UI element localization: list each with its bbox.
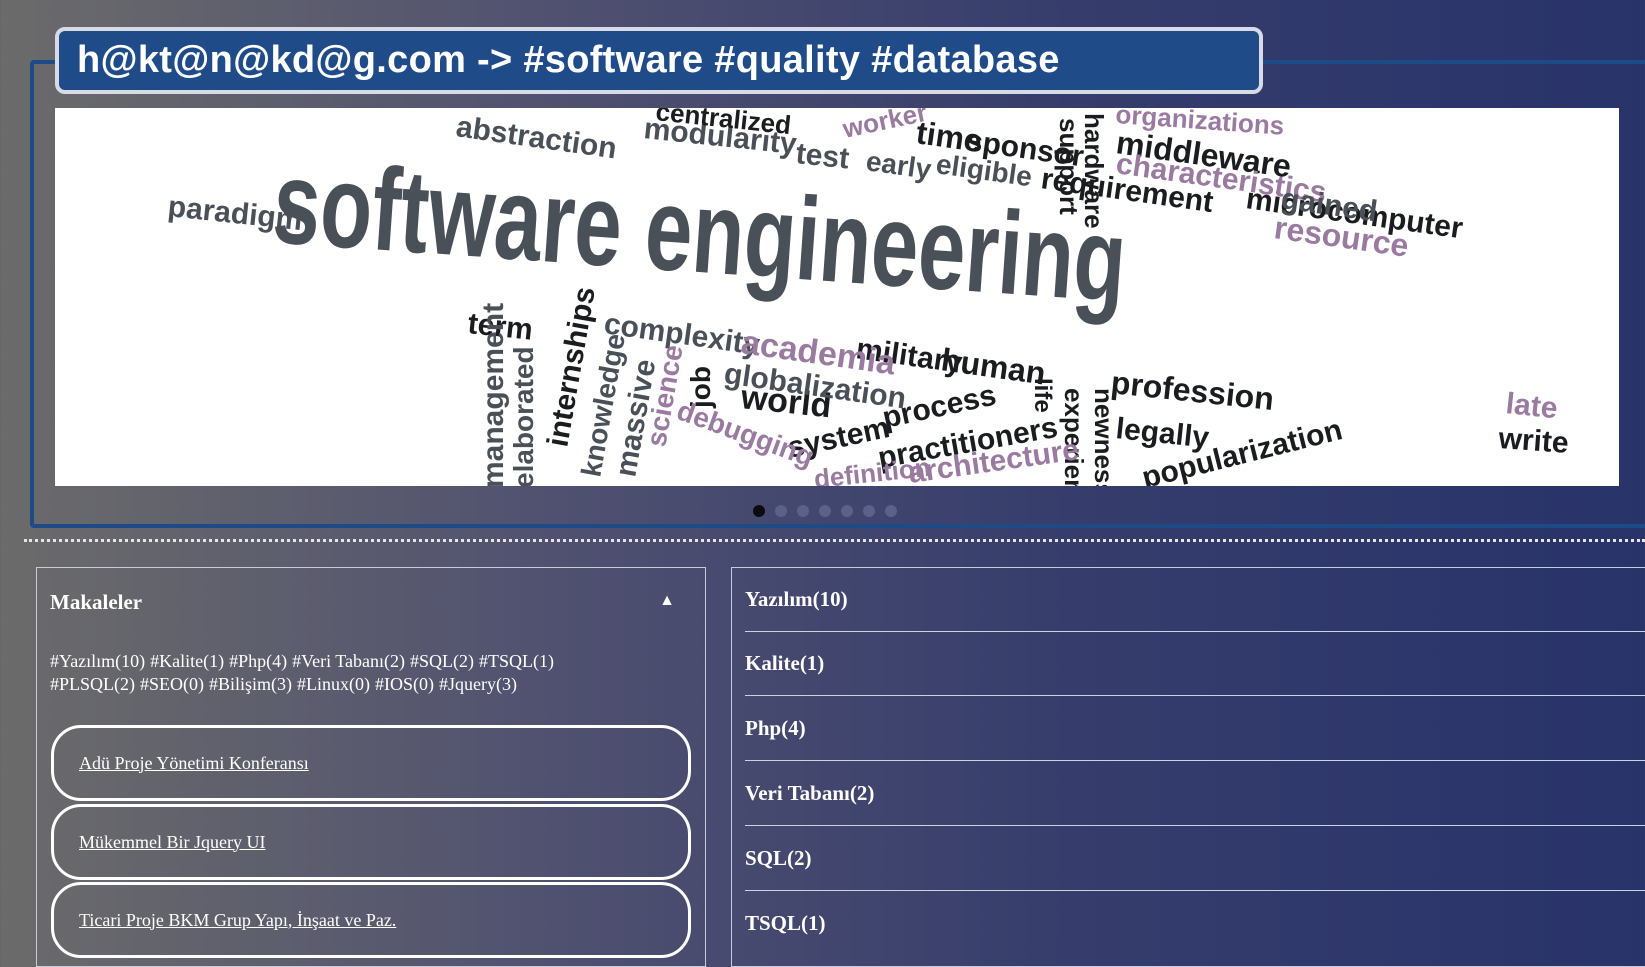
banner-word-profession: profession (1109, 364, 1275, 417)
article-link[interactable]: Mükemmel Bir Jquery UI (79, 832, 265, 853)
tag-link[interactable]: #Bilişim(3) (209, 674, 292, 694)
articles-panel: Makaleler ▲ #Yazılım(10) #Kalite(1) #Php(4… (36, 567, 706, 967)
carousel-dot[interactable] (885, 505, 897, 517)
section-divider (24, 539, 1645, 542)
tag-link[interactable]: #Jquery(3) (439, 674, 517, 694)
category-item-yazilim[interactable]: Yazılım(10) (745, 568, 1645, 632)
category-item-tsql[interactable]: TSQL(1) (745, 891, 1645, 955)
tag-list: #Yazılım(10) #Kalite(1) #Php(4) #Veri Taban… (50, 650, 680, 696)
category-item-veri-tabani[interactable]: Veri Tabanı(2) (745, 762, 1645, 826)
word-cloud-graphic: software engineering paradigm abstractio… (166, 108, 1570, 486)
banner-word-elaborated: elaborated (508, 346, 539, 486)
banner-word-management: management (477, 303, 510, 486)
carousel-dot[interactable] (863, 505, 875, 517)
banner-word-newness: newness (1089, 388, 1119, 486)
category-item-kalite[interactable]: Kalite(1) (745, 632, 1645, 696)
tag-link[interactable]: #IOS(0) (375, 674, 434, 694)
article-item[interactable]: Ticari Proje BKM Grup Yapı, İnşaat ve Pa… (51, 882, 691, 958)
banner-word-test: test (794, 137, 851, 175)
banner-word-definition: definition (812, 452, 931, 486)
carousel-dot[interactable] (841, 505, 853, 517)
site-title-bar: h@kt@n@kd@g.com -> #software #quality #d… (55, 27, 1263, 94)
tag-link[interactable]: #SQL(2) (410, 651, 474, 671)
article-item[interactable]: Mükemmel Bir Jquery UI (51, 804, 691, 880)
carousel-dot[interactable] (775, 505, 787, 517)
category-item-php[interactable]: Php(4) (745, 697, 1645, 761)
category-item-sql[interactable]: SQL(2) (745, 827, 1645, 891)
banner-word-late: late (1504, 387, 1559, 425)
tag-link[interactable]: #SEO(0) (140, 674, 204, 694)
banner-image[interactable]: software engineering paradigm abstractio… (55, 108, 1619, 486)
article-item[interactable]: Adü Proje Yönetimi Konferansı (51, 725, 691, 801)
carousel-dots (753, 505, 897, 517)
article-link[interactable]: Adü Proje Yönetimi Konferansı (79, 753, 309, 774)
article-link[interactable]: Ticari Proje BKM Grup Yapı, İnşaat ve Pa… (79, 910, 396, 931)
tag-link[interactable]: #Php(4) (229, 651, 287, 671)
carousel-dot[interactable] (753, 505, 765, 517)
carousel-dot[interactable] (819, 505, 831, 517)
carousel-dot[interactable] (797, 505, 809, 517)
collapse-triangle-icon[interactable]: ▲ (659, 592, 675, 610)
tag-link[interactable]: #Veri Tabanı(2) (292, 651, 405, 671)
tag-link[interactable]: #Linux(0) (297, 674, 370, 694)
site-title: h@kt@n@kd@g.com -> #software #quality #d… (77, 39, 1060, 81)
tag-link[interactable]: #PLSQL(2) (50, 674, 135, 694)
tag-link[interactable]: #Yazılım(10) (50, 651, 145, 671)
banner-word-write: write (1497, 422, 1570, 460)
categories-panel: Yazılım(10) Kalite(1) Php(4) Veri Tabanı… (731, 567, 1645, 967)
banner-word-hardware: hardware (1079, 113, 1109, 229)
articles-heading: Makaleler (50, 590, 143, 614)
tag-link[interactable]: #TSQL(1) (479, 651, 554, 671)
tag-link[interactable]: #Kalite(1) (150, 651, 224, 671)
banner-word-life: life (1029, 378, 1056, 413)
